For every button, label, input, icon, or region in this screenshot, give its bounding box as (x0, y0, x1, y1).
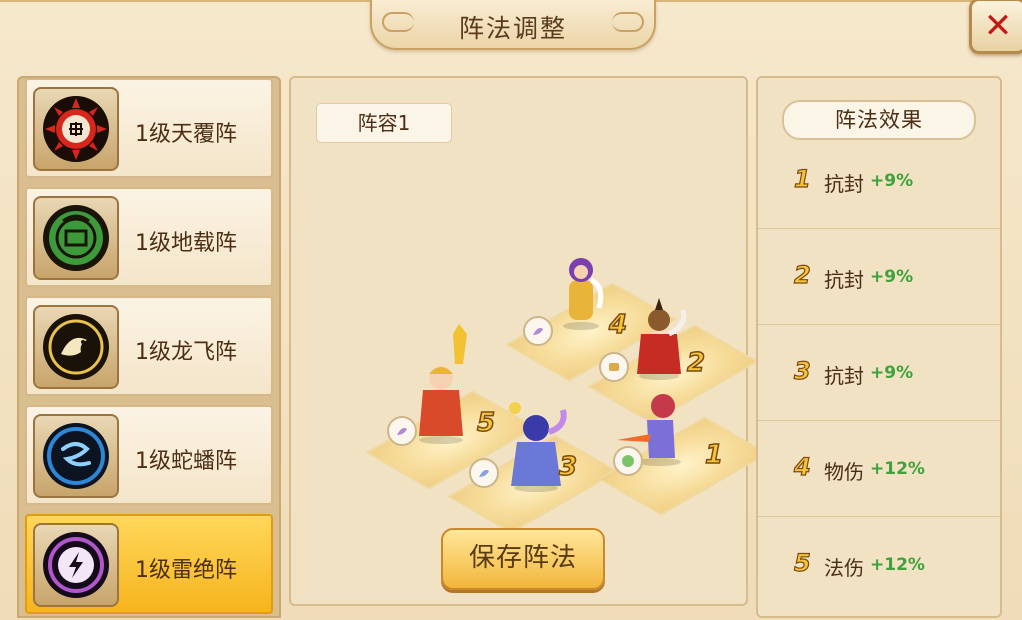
effect-value: +12% (870, 555, 925, 575)
dialog-title: 阵法调整 (458, 14, 567, 43)
formation-label: 1级地载阵 (135, 231, 237, 256)
effect-value: +9% (870, 363, 914, 383)
formation-label: 1级雷绝阵 (135, 558, 237, 583)
formation-icon-frame (33, 196, 119, 280)
title-tab: 阵法调整 (370, 0, 656, 50)
slot-item-icon (523, 316, 553, 346)
effect-position-number: 4 (793, 452, 811, 481)
character-2[interactable] (629, 290, 689, 384)
effect-row-3: 3 抗封 +9% (758, 324, 1000, 421)
effect-name: 物伤 (824, 460, 864, 484)
effect-position-number: 2 (793, 260, 811, 289)
effect-value: +9% (870, 171, 914, 191)
formation-icon-frame (33, 305, 119, 389)
effect-row-1: 1 抗封 +9% (758, 132, 1000, 229)
lineup-tab[interactable]: 阵容1 (316, 103, 452, 143)
formation-icon-frame (33, 523, 119, 607)
effect-name: 抗封 (824, 364, 864, 388)
slot-item-icon (599, 352, 629, 382)
character-4[interactable] (553, 250, 609, 334)
character-sprite (637, 298, 687, 380)
slot-item-icon (469, 458, 499, 488)
formation-list: 1级天覆阵 1级地载阵 1级龙飞阵 1级蛇蟠阵 1级雷绝阵 (17, 76, 281, 618)
character-sprite (419, 324, 467, 444)
character-5[interactable] (409, 324, 473, 448)
lineup-panel: 阵容1 4 2 5 3 1 保存阵法 (289, 76, 769, 606)
shepan-emblem-icon (43, 423, 109, 489)
effect-name: 抗封 (824, 268, 864, 292)
formation-item-leijue[interactable]: 1级雷绝阵 (25, 514, 273, 614)
tianfu-emblem-icon (43, 96, 109, 162)
character-sprite (563, 258, 604, 330)
effect-value: +9% (870, 267, 914, 287)
effect-row-4: 4 物伤 +12% (758, 420, 1000, 517)
formation-item-longfei[interactable]: 1级龙飞阵 (25, 296, 273, 396)
formation-icon-frame (33, 414, 119, 498)
effect-position-number: 3 (793, 356, 811, 385)
close-icon: ✕ (983, 6, 1013, 46)
save-formation-button[interactable]: 保存阵法 (441, 528, 605, 590)
formation-label: 1级天覆阵 (135, 122, 237, 147)
position-number-4: 4 (608, 309, 628, 341)
formation-label: 1级蛇蟠阵 (135, 449, 237, 474)
effect-name: 法伤 (824, 556, 864, 580)
effect-row-2: 2 抗封 +9% (758, 228, 1000, 325)
dizai-emblem-icon (43, 205, 109, 271)
effect-value: +12% (870, 459, 925, 479)
position-number-5: 5 (476, 407, 496, 439)
effect-row-5: 5 法伤 +12% (758, 516, 1000, 612)
position-number-2: 2 (686, 347, 706, 379)
slot-item-icon (613, 446, 643, 476)
position-number-1: 1 (704, 439, 724, 471)
longfei-emblem-icon (43, 314, 109, 380)
leijue-emblem-icon (43, 532, 109, 598)
effect-position-number: 5 (793, 548, 811, 577)
close-button[interactable]: ✕ (969, 0, 1022, 54)
formation-icon-frame (33, 87, 119, 171)
formation-item-dizai[interactable]: 1级地载阵 (25, 187, 273, 287)
slot-item-icon (387, 416, 417, 446)
effect-position-number: 1 (793, 164, 811, 193)
formation-label: 1级龙飞阵 (135, 340, 237, 365)
formation-item-tianfu[interactable]: 1级天覆阵 (25, 78, 273, 178)
effect-name: 抗封 (824, 172, 864, 196)
position-number-3: 3 (558, 451, 578, 483)
effects-panel: 阵法效果 1 抗封 +9% 2 抗封 +9% 3 抗封 +9% 4 物伤 +12… (756, 76, 1002, 618)
formation-item-shepan[interactable]: 1级蛇蟠阵 (25, 405, 273, 505)
